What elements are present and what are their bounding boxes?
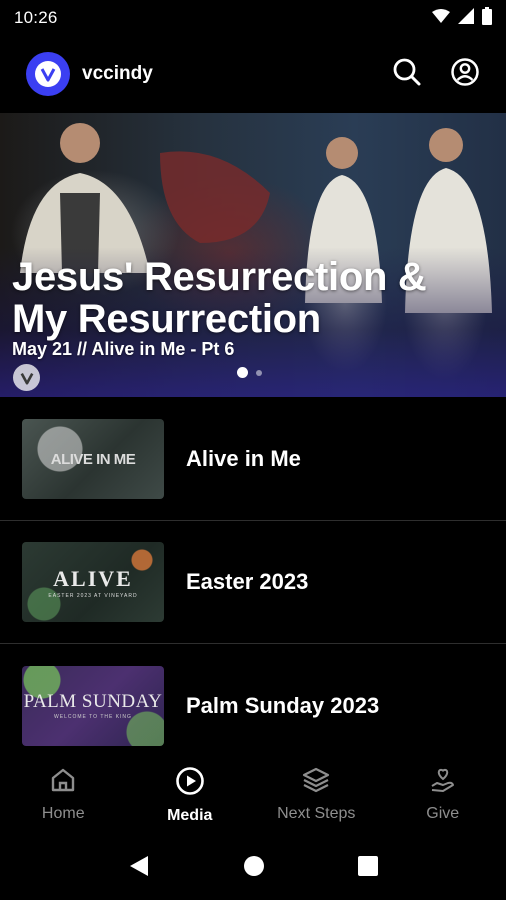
series-title: Alive in Me	[186, 446, 301, 471]
app-actions	[392, 57, 480, 92]
search-icon[interactable]	[392, 57, 422, 92]
series-thumbnail: ALIVE IN ME	[22, 419, 164, 499]
list-item[interactable]: ALIVE IN ME Alive in Me	[0, 398, 506, 521]
nav-label: Next Steps	[277, 805, 356, 822]
series-thumbnail: PALM SUNDAY WELCOME TO THE KING	[22, 665, 164, 746]
signal-icon	[458, 7, 474, 29]
app-bar: vccindy	[0, 44, 506, 104]
recents-square-icon[interactable]	[357, 855, 378, 881]
account-icon[interactable]	[450, 57, 480, 92]
give-hand-heart-icon	[428, 766, 458, 799]
carousel-dots	[237, 367, 262, 378]
carousel-dot-active[interactable]	[237, 367, 248, 378]
nav-item-home[interactable]: Home	[0, 756, 127, 830]
status-bar: 10:26	[0, 0, 506, 36]
nav-label: Media	[167, 807, 213, 824]
nav-label: Home	[41, 805, 85, 822]
list-item[interactable]: ALIVE EASTER 2023 AT VINEYARD Easter 202…	[0, 521, 506, 644]
status-icons	[432, 6, 492, 30]
list-item[interactable]: PALM SUNDAY WELCOME TO THE KING Palm Sun…	[0, 644, 506, 767]
hero-logo-icon	[13, 364, 40, 391]
series-title: Easter 2023	[186, 569, 309, 594]
media-list: ALIVE IN ME Alive in Me ALIVE EASTER 202…	[0, 398, 506, 767]
play-circle-icon	[175, 766, 205, 801]
home-icon	[49, 766, 77, 799]
battery-icon	[482, 6, 492, 30]
app-name: vccindy	[82, 63, 153, 84]
wifi-icon	[432, 8, 450, 28]
hero-banner[interactable]: Jesus' Resurrection & My Resurrection Ma…	[0, 113, 506, 397]
bottom-nav: Home Media Next Steps Give	[0, 756, 506, 830]
system-nav	[0, 840, 506, 896]
back-icon[interactable]	[128, 854, 150, 883]
layers-icon	[301, 766, 331, 799]
church-logo-icon[interactable]	[26, 52, 70, 96]
carousel-dot[interactable]	[256, 369, 262, 376]
nav-label: Give	[426, 805, 460, 822]
nav-item-give[interactable]: Give	[380, 756, 506, 830]
series-thumbnail: ALIVE EASTER 2023 AT VINEYARD	[22, 542, 164, 622]
series-title: Palm Sunday 2023	[186, 692, 380, 718]
home-circle-icon[interactable]	[243, 855, 265, 882]
hero-subtitle: May 21 // Alive in Me - Pt 6	[12, 339, 235, 359]
nav-item-media[interactable]: Media	[127, 756, 254, 830]
hero-title: Jesus' Resurrection & My Resurrection	[12, 255, 427, 341]
nav-item-next-steps[interactable]: Next Steps	[253, 756, 380, 830]
status-time: 10:26	[14, 8, 58, 27]
